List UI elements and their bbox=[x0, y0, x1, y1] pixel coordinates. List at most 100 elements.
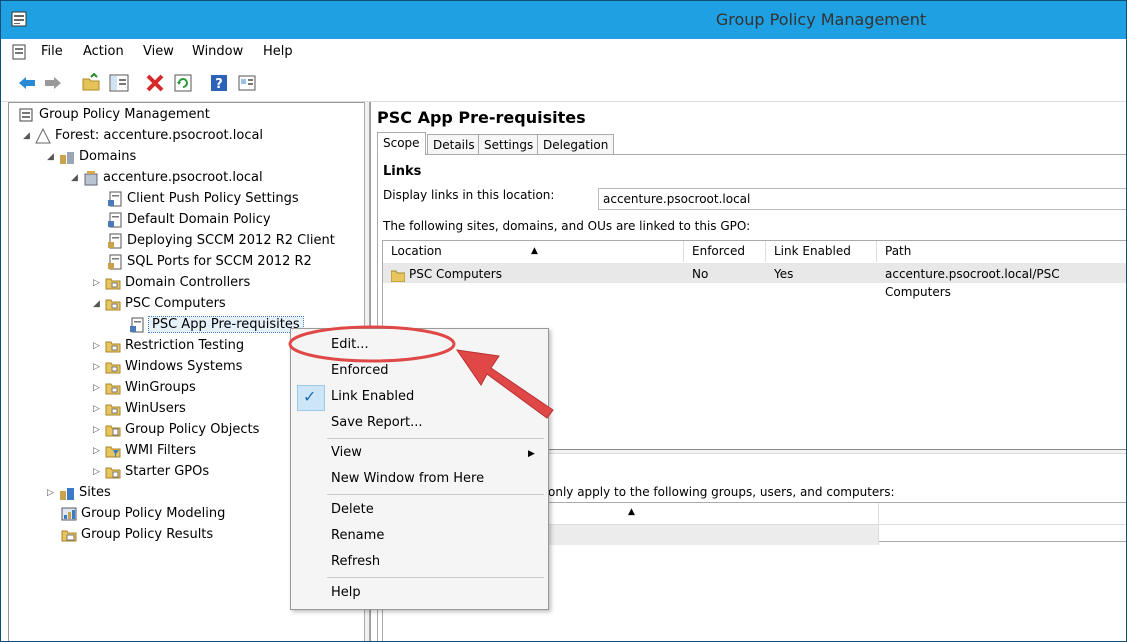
expand-icon[interactable]: ▷ bbox=[93, 420, 105, 440]
tree-domain-controllers[interactable]: ▷ Domain Controllers bbox=[93, 273, 250, 293]
tree-gp-modeling[interactable]: Group Policy Modeling bbox=[61, 504, 225, 524]
properties-icon[interactable] bbox=[237, 73, 257, 93]
submenu-arrow-icon: ▶ bbox=[528, 449, 535, 459]
ou-folder-icon bbox=[105, 359, 121, 375]
starter-gpo-icon bbox=[105, 464, 121, 480]
tree-starter-gpos[interactable]: ▷ Starter GPOs bbox=[93, 462, 209, 482]
menu-item-save-report[interactable]: Save Report... bbox=[331, 415, 423, 430]
tree-ou[interactable]: ▷ Windows Systems bbox=[93, 357, 242, 377]
forward-icon[interactable] bbox=[43, 73, 63, 93]
toolbar: ? bbox=[1, 65, 1126, 102]
gpm-icon bbox=[19, 107, 35, 123]
sites-icon bbox=[59, 485, 75, 501]
ou-folder-icon bbox=[105, 401, 121, 417]
tree-wmi-filters[interactable]: ▷ WMI Filters bbox=[93, 441, 196, 461]
expand-icon[interactable]: ▷ bbox=[93, 336, 105, 356]
ou-folder-icon bbox=[390, 269, 406, 282]
up-folder-icon[interactable] bbox=[81, 73, 101, 93]
collapse-icon[interactable]: ◢ bbox=[23, 126, 35, 146]
collapse-icon[interactable]: ◢ bbox=[47, 147, 59, 167]
expand-icon[interactable]: ▷ bbox=[47, 483, 59, 503]
tab-settings[interactable]: Settings bbox=[478, 134, 540, 155]
ou-folder-icon bbox=[105, 338, 121, 354]
ou-folder-icon bbox=[105, 275, 121, 291]
gp-modeling-icon bbox=[61, 506, 77, 522]
menu-separator bbox=[327, 438, 544, 439]
collapse-icon[interactable]: ◢ bbox=[93, 294, 105, 314]
system-menu-icon[interactable] bbox=[11, 44, 27, 60]
expand-icon[interactable]: ▷ bbox=[93, 357, 105, 377]
context-menu: Edit... Enforced ✓ Link Enabled Save Rep… bbox=[290, 328, 549, 610]
tab-details[interactable]: Details bbox=[427, 134, 481, 155]
tree-gp-results[interactable]: Group Policy Results bbox=[61, 525, 213, 545]
gp-results-icon bbox=[61, 527, 77, 543]
menu-item-link-enabled[interactable]: Link Enabled bbox=[331, 389, 414, 404]
tree-ou[interactable]: ▷ WinGroups bbox=[93, 378, 196, 398]
title-bar[interactable]: Group Policy Management bbox=[1, 1, 1126, 39]
show-hide-tree-icon[interactable] bbox=[109, 73, 129, 93]
cell-path: accenture.psocroot.local/PSC Computers bbox=[885, 267, 1060, 299]
cell-enforced: No bbox=[692, 267, 709, 281]
tree-forest[interactable]: ◢ Forest: accenture.psocroot.local bbox=[23, 126, 263, 146]
tree-root[interactable]: Group Policy Management bbox=[19, 105, 210, 125]
collapse-icon[interactable]: ◢ bbox=[71, 168, 83, 188]
menu-item-refresh[interactable]: Refresh bbox=[331, 554, 380, 569]
gpo-link-icon bbox=[107, 191, 123, 207]
sort-arrow-icon: ▲ bbox=[628, 507, 635, 517]
svg-text:?: ? bbox=[215, 77, 223, 92]
col-header-location[interactable]: Location ▲ bbox=[383, 241, 684, 262]
location-dropdown[interactable]: accenture.psocroot.local bbox=[598, 188, 1126, 210]
column-divider bbox=[878, 503, 879, 545]
menu-item-new-window[interactable]: New Window from Here bbox=[331, 471, 484, 486]
links-heading: Links bbox=[383, 164, 422, 179]
gpo-link-icon bbox=[107, 233, 123, 249]
tree-domain[interactable]: ◢ accenture.psocroot.local bbox=[71, 168, 263, 188]
domain-icon bbox=[83, 170, 99, 186]
tree-psc-computers[interactable]: ◢ PSC Computers bbox=[93, 294, 226, 314]
expand-icon[interactable]: ▷ bbox=[93, 441, 105, 461]
tree-psc-app-prereqs[interactable]: PSC App Pre-requisites bbox=[129, 315, 304, 335]
tree-gpo-link[interactable]: Default Domain Policy bbox=[107, 210, 271, 230]
menu-view[interactable]: View bbox=[143, 44, 174, 59]
expand-icon[interactable]: ▷ bbox=[93, 399, 105, 419]
ou-folder-icon bbox=[105, 380, 121, 396]
cell-link-enabled: Yes bbox=[774, 267, 794, 281]
sort-arrow-icon: ▲ bbox=[531, 246, 538, 256]
menu-help[interactable]: Help bbox=[263, 44, 293, 59]
gpo-link-icon bbox=[129, 317, 145, 333]
display-links-label: Display links in this location: bbox=[383, 188, 555, 202]
tree-gpo-link[interactable]: SQL Ports for SCCM 2012 R2 bbox=[107, 252, 312, 272]
back-icon[interactable] bbox=[17, 73, 37, 93]
menu-item-rename[interactable]: Rename bbox=[331, 528, 384, 543]
col-header-path[interactable]: Path bbox=[877, 241, 1125, 262]
col-header-link-enabled[interactable]: Link Enabled bbox=[766, 241, 877, 262]
tree-gpo-link[interactable]: Client Push Policy Settings bbox=[107, 189, 299, 209]
menu-item-enforced[interactable]: Enforced bbox=[331, 363, 388, 378]
menu-separator bbox=[327, 577, 544, 578]
tab-scope[interactable]: Scope bbox=[377, 132, 426, 155]
delete-icon[interactable] bbox=[145, 73, 165, 93]
menu-item-view[interactable]: View bbox=[331, 445, 362, 460]
menu-item-delete[interactable]: Delete bbox=[331, 502, 374, 517]
menu-item-help[interactable]: Help bbox=[331, 585, 361, 600]
help-icon[interactable]: ? bbox=[209, 73, 229, 93]
tree-sites[interactable]: ▷ Sites bbox=[47, 483, 111, 503]
tree-gpo-objects[interactable]: ▷ Group Policy Objects bbox=[93, 420, 259, 440]
expand-icon[interactable]: ▷ bbox=[93, 273, 105, 293]
tree-gpo-link[interactable]: Deploying SCCM 2012 R2 Client bbox=[107, 231, 335, 251]
menu-item-edit[interactable]: Edit... bbox=[331, 337, 369, 352]
expand-icon[interactable]: ▷ bbox=[93, 462, 105, 482]
menu-action[interactable]: Action bbox=[83, 44, 124, 59]
tree-ou[interactable]: ▷ Restriction Testing bbox=[93, 336, 244, 356]
tree-ou[interactable]: ▷ WinUsers bbox=[93, 399, 186, 419]
menu-window[interactable]: Window bbox=[192, 44, 243, 59]
tab-delegation[interactable]: Delegation bbox=[537, 134, 615, 155]
col-header-enforced[interactable]: Enforced bbox=[684, 241, 766, 262]
gpo-folder-icon bbox=[105, 422, 121, 438]
tree-domains[interactable]: ◢ Domains bbox=[47, 147, 136, 167]
refresh-icon[interactable] bbox=[173, 73, 193, 93]
expand-icon[interactable]: ▷ bbox=[93, 378, 105, 398]
menu-file[interactable]: File bbox=[41, 44, 63, 59]
ou-folder-icon bbox=[105, 296, 121, 312]
linked-description: The following sites, domains, and OUs ar… bbox=[383, 219, 751, 233]
